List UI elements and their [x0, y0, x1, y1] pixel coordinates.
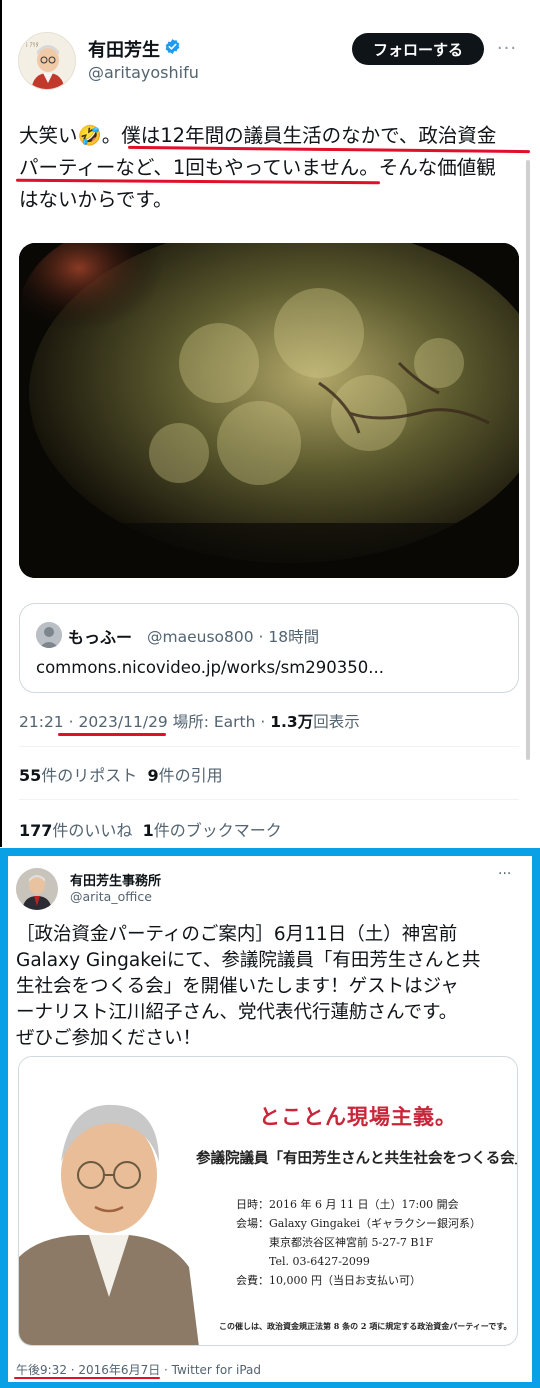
quote-avatar[interactable] [36, 622, 62, 648]
scrollbar[interactable] [526, 160, 530, 760]
flyer-detail-row: 会場：Galaxy Gingakei（ギャラクシー銀河系） [236, 1217, 482, 1230]
views-count: 1.3万 [270, 713, 314, 731]
tweet-text-line: はないからです。 [19, 188, 173, 211]
quotes-label[interactable]: 件の引用 [159, 766, 223, 785]
tweet-text-line: Galaxy Gingakeiにて、参議院議員「有田芳生さんと共 [16, 950, 481, 971]
tweet-top: ⅰ ｱﾘﾀ 有田芳生 @aritayoshifu フォローする ··· 大笑い🤣… [0, 0, 540, 847]
repost-stats: 55件のリポスト 9件の引用 [19, 762, 223, 786]
likes-label[interactable]: 件のいいね [52, 821, 132, 840]
tweet-photo[interactable] [19, 243, 519, 578]
tweet-meta: 午後9:32 · 2016年6月7日 · Twitter for iPad [16, 1361, 261, 1378]
tweet-datetime[interactable]: 午後9:32 · 2016年6月7日 [16, 1363, 160, 1377]
display-name[interactable]: 有田芳生 [88, 36, 160, 62]
views-label: 回表示 [313, 713, 360, 731]
office-avatar[interactable] [16, 868, 58, 910]
flyer-organization: 参議院議員「有田芳生さんと共生社会をつくる会」 [196, 1150, 518, 1167]
flyer-headline: とことん現場主義。 [259, 1104, 457, 1129]
tweet-text-line: 生社会をつくる会」を開催いたします！ゲストはジャ [16, 976, 459, 997]
quote-display-name[interactable]: もっふー [68, 624, 132, 648]
tweet-location: 場所: Earth · [167, 713, 271, 731]
tweet-bottom: 有田芳生事務所 @arita_office ··· ［政治資金パーティのご案内］… [8, 856, 532, 1382]
red-underline [58, 733, 166, 736]
verified-badge-icon [165, 39, 180, 54]
tweet-text: ［政治資金パーティのご案内］6月11日（土）神宮前 Galaxy Gingake… [16, 922, 526, 1052]
tweet-meta: 21:21 · 2023/11/29 場所: Earth · 1.3万回表示 [19, 710, 360, 732]
tweet-text-line: ［政治資金パーティのご案内］6月11日（土）神宮前 [16, 924, 458, 945]
tweet-date[interactable]: 2023/11/29 [78, 713, 167, 731]
avatar[interactable]: ⅰ ｱﾘﾀ [18, 32, 76, 90]
office-display-name[interactable]: 有田芳生事務所 [70, 870, 161, 889]
office-handle[interactable]: @arita_office [70, 889, 152, 904]
flyer-detail-row: Tel. 03-6427-2099 [236, 1255, 370, 1268]
bookmarks-label[interactable]: 件のブックマーク [154, 821, 282, 840]
event-flyer-image[interactable]: とことん現場主義。 参議院議員「有田芳生さんと共生社会をつくる会」 日時：201… [18, 1056, 518, 1346]
tweet-time[interactable]: 21:21 · [19, 713, 78, 731]
flyer-details: 日時：2016 年 6 月 11 日（土）17:00 開会 会場：Galaxy … [236, 1195, 481, 1290]
quotes-count[interactable]: 9 [147, 766, 158, 785]
portrait-photo [19, 1057, 199, 1345]
more-options-icon[interactable]: ··· [494, 38, 520, 59]
handle[interactable]: @aritayoshifu [88, 63, 199, 82]
bookmarks-count[interactable]: 1 [143, 821, 154, 840]
tweet-text-line: ぜひご参加ください！ [16, 1028, 202, 1049]
divider [19, 746, 519, 747]
svg-text:ⅰ ｱﾘﾀ: ⅰ ｱﾘﾀ [26, 42, 39, 49]
tweet-bottom-frame: 有田芳生事務所 @arita_office ··· ［政治資金パーティのご案内］… [0, 848, 540, 1388]
divider [19, 799, 519, 800]
flyer-detail-row: 東京都渋谷区神宮前 5-27-7 B1F [236, 1236, 434, 1249]
left-border [0, 0, 2, 847]
tweet-source: · Twitter for iPad [160, 1363, 261, 1377]
tweet-text: 大笑い🤣。僕は12年間の議員生活のなかで、政治資金 パーティーなど、1回もやって… [19, 120, 524, 216]
quote-link[interactable]: commons.nicovideo.jp/works/sm290350... [36, 658, 384, 677]
quote-handle-time: @maeuso800 · 18時間 [147, 628, 320, 646]
flyer-detail-row: 日時：2016 年 6 月 11 日（土）17:00 開会 [236, 1198, 459, 1211]
like-stats: 177件のいいね 1件のブックマーク [19, 817, 282, 841]
quoted-tweet-card[interactable]: もっふー @maeuso800 · 18時間 commons.nicovideo… [19, 603, 519, 693]
flyer-detail-row: 会費：10,000 円（当日お支払い可） [236, 1274, 421, 1287]
reposts-label[interactable]: 件のリポスト [41, 766, 137, 785]
red-underline [14, 1377, 160, 1379]
flyer-footnote: この催しは、政治資金規正法第 8 条の 2 項に規定する政治資金パーティーです。 [219, 1321, 512, 1331]
tweet-text-line: ーナリスト江川紹子さん、党代表代行蓮舫さんです。 [16, 1002, 458, 1023]
follow-button[interactable]: フォローする [352, 33, 484, 65]
likes-count[interactable]: 177 [19, 821, 52, 840]
reposts-count[interactable]: 55 [19, 766, 41, 785]
more-options-icon[interactable]: ··· [498, 866, 511, 882]
